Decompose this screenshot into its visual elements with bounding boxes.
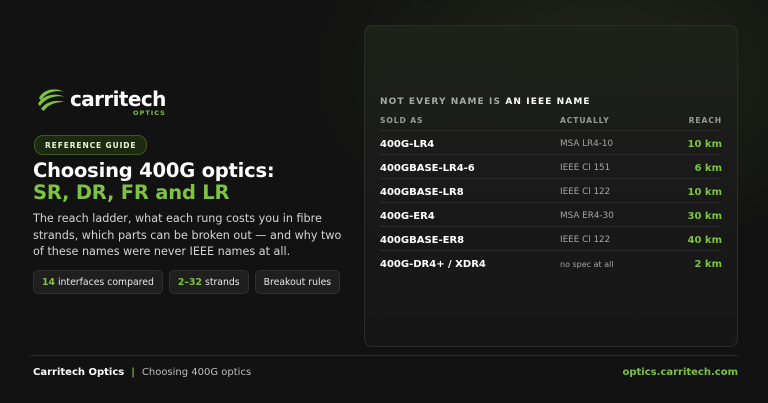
row-sold-as: 400GBASE-LR8 [380, 187, 464, 198]
footer-divider [30, 355, 738, 356]
footer-separator: | [131, 367, 135, 378]
table-row: 400GBASE-LR4-6 IEEE Cl 151 6 km [380, 154, 722, 179]
table-row: 400G-DR4+ / XDR4 no spec at all 2 km [380, 250, 722, 275]
row-actually: MSA LR4-10 [560, 139, 614, 149]
logo-wordmark: carritech [70, 87, 166, 111]
title-line-1: Choosing 400G optics: [33, 159, 275, 182]
row-reach: 40 km [687, 235, 722, 246]
row-actually: IEEE Cl 122 [560, 187, 611, 197]
row-reach: 6 km [694, 163, 722, 174]
ieee-names-card: NOT EVERY NAME IS AN IEEE NAME SOLD AS A… [364, 25, 738, 347]
row-sold-as: 400G-DR4+ / XDR4 [380, 259, 486, 270]
row-reach: 30 km [687, 211, 722, 222]
chip-breakout-label: Breakout rules [263, 276, 332, 288]
row-reach: 2 km [694, 259, 722, 270]
chip-interfaces-count: 14 [42, 276, 55, 288]
footer-page-title: Choosing 400G optics [141, 367, 252, 378]
table-row: 400GBASE-ER8 IEEE Cl 122 40 km [380, 226, 722, 251]
row-sold-as: 400GBASE-LR4-6 [380, 163, 475, 174]
row-sold-as: 400G-ER4 [380, 211, 435, 222]
column-actually: ACTUALLY [560, 116, 610, 125]
chip-strands: 2–32 strands [168, 270, 249, 294]
table-row: 400G-LR4 MSA LR4-10 10 km [380, 130, 722, 155]
chip-strands-count: 2–32 [177, 276, 202, 288]
logo-mark-icon [38, 89, 65, 111]
chip-breakout: Breakout rules [254, 270, 341, 294]
carritech-logo: carritech OPTICS [36, 85, 166, 117]
column-reach: REACH [688, 116, 722, 125]
chip-interfaces-label: interfaces compared [57, 276, 154, 288]
row-actually: MSA ER4-30 [560, 211, 614, 221]
page-title: Choosing 400G optics: SR, DR, FR and LR [33, 160, 275, 204]
table-row: 400G-ER4 MSA ER4-30 30 km [380, 202, 722, 227]
row-actually: IEEE Cl 151 [560, 163, 611, 173]
row-actually: IEEE Cl 122 [560, 235, 611, 245]
table-row: 400GBASE-LR8 IEEE Cl 122 10 km [380, 178, 722, 203]
title-line-2: SR, DR, FR and LR [33, 181, 230, 204]
description: The reach ladder, what each rung costs y… [33, 212, 342, 258]
card-heading-plain: NOT EVERY NAME IS [380, 97, 506, 107]
row-sold-as: 400GBASE-ER8 [380, 235, 465, 246]
footer-url-link[interactable]: optics.carritech.com [622, 367, 738, 378]
row-actually: no spec at all [560, 260, 614, 269]
footer-brand-name: Carritech Optics [33, 367, 125, 378]
card-heading: NOT EVERY NAME IS AN IEEE NAME [380, 97, 591, 107]
card-heading-emphasis: AN IEEE NAME [505, 97, 591, 107]
stat-chips: 14 interfaces compared 2–32 strands Brea… [33, 270, 341, 294]
reference-guide-badge: REFERENCE GUIDE [34, 135, 148, 155]
chip-interfaces: 14 interfaces compared [33, 270, 163, 294]
row-reach: 10 km [687, 139, 722, 150]
footer-brand: Carritech Optics | Choosing 400G optics [33, 367, 251, 378]
row-reach: 10 km [687, 187, 722, 198]
row-sold-as: 400G-LR4 [380, 139, 435, 150]
column-sold-as: SOLD AS [380, 116, 424, 125]
chip-strands-label: strands [204, 276, 240, 288]
